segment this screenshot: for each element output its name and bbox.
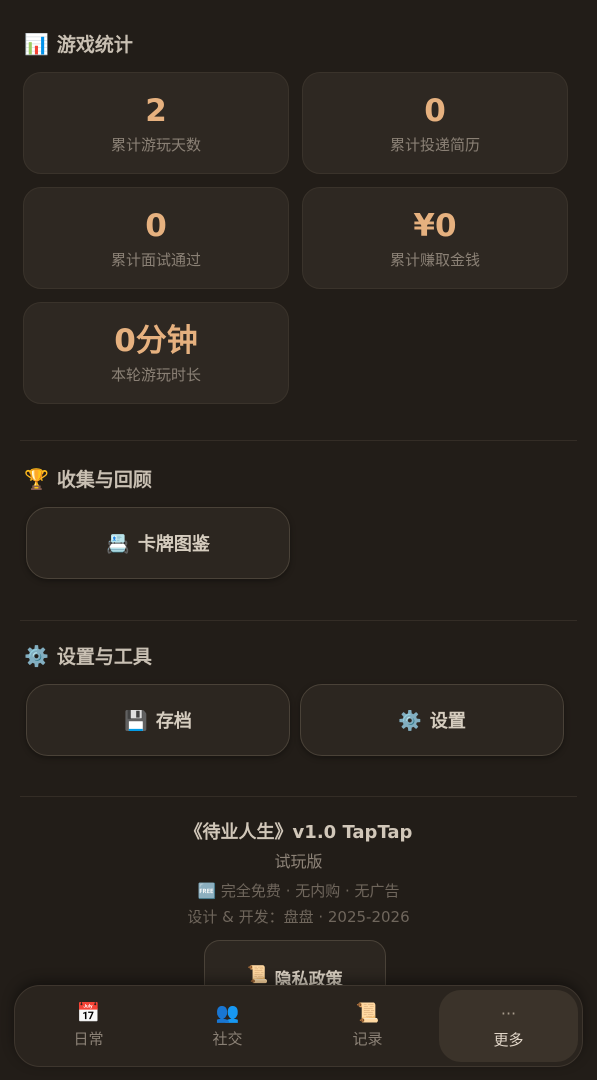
tab-label: 日常	[73, 1030, 104, 1048]
card-index-icon: 📇	[106, 532, 130, 555]
save-label: 存档	[155, 711, 192, 732]
stat-label: 累计赚取金钱	[389, 251, 480, 269]
stat-value: 0	[145, 208, 167, 244]
gear-icon: ⚙️	[24, 643, 49, 668]
stat-label: 累计游玩天数	[110, 136, 201, 154]
tab-label: 记录	[352, 1030, 383, 1048]
tools-section-title: ⚙️ 设置与工具	[24, 642, 152, 669]
stat-value: 2	[145, 93, 167, 129]
gear-icon: ⚙️	[398, 709, 422, 732]
calendar-icon: 📅	[76, 1002, 101, 1024]
stat-value: 0	[424, 93, 446, 129]
stat-card-money: ¥0 累计赚取金钱	[302, 187, 568, 289]
free-info: 🆓 完全免费 · 无内购 · 无广告	[0, 880, 597, 901]
stat-label: 本轮游玩时长	[110, 366, 201, 384]
scroll-icon: 📜	[247, 965, 269, 985]
floppy-disk-icon: 💾	[124, 709, 148, 732]
tools-title: 设置与工具	[56, 646, 152, 668]
stats-section-title: 📊 游戏统计	[24, 30, 133, 57]
card-gallery-label: 卡牌图鉴	[137, 534, 210, 555]
tab-daily[interactable]: 📅 日常	[19, 986, 158, 1065]
more-icon: ···	[500, 1003, 517, 1023]
stats-title: 游戏统计	[56, 34, 133, 56]
stat-value: ¥0	[413, 208, 457, 244]
stat-value: 0分钟	[114, 323, 198, 359]
tab-more[interactable]: ··· 更多	[439, 990, 578, 1062]
section-divider	[20, 440, 577, 441]
free-info-text: 完全免费 · 无内购 · 无广告	[220, 882, 400, 900]
tab-label: 更多	[493, 1030, 524, 1049]
bar-chart-icon: 📊	[24, 31, 49, 56]
settings-label: 设置	[429, 711, 466, 732]
stat-label: 累计面试通过	[110, 251, 201, 269]
section-divider	[20, 620, 577, 621]
stat-card-days: 2 累计游玩天数	[23, 72, 289, 174]
trophy-icon: 🏆	[24, 466, 49, 491]
game-version-title: 《待业人生》v1.0 TapTap	[184, 822, 413, 843]
scroll-icon: 📜	[355, 1002, 380, 1024]
stat-label: 累计投递简历	[389, 136, 480, 154]
more-page: 📊 游戏统计 2 累计游玩天数 0 累计投递简历 0 累计面试通过 ¥0 累计赚…	[0, 0, 597, 1080]
card-gallery-button[interactable]: 📇 卡牌图鉴	[26, 507, 290, 579]
section-divider	[20, 796, 577, 797]
settings-button[interactable]: ⚙️ 设置	[300, 684, 564, 756]
save-button[interactable]: 💾 存档	[26, 684, 290, 756]
tab-social[interactable]: 👥 社交	[158, 986, 297, 1065]
tab-records[interactable]: 📜 记录	[298, 986, 437, 1065]
credits-text: 设计 & 开发：盘盘 · 2025-2026	[187, 908, 410, 926]
stat-card-playtime: 0分钟 本轮游玩时长	[23, 302, 289, 404]
collection-title: 收集与回顾	[56, 469, 152, 491]
stat-card-resumes: 0 累计投递简历	[302, 72, 568, 174]
tab-label: 社交	[212, 1030, 243, 1048]
people-icon: 👥	[215, 1002, 240, 1024]
bottom-tab-bar: 📅 日常 👥 社交 📜 记录 ··· 更多	[14, 985, 583, 1067]
demo-label: 试玩版	[274, 852, 323, 871]
stat-card-interviews: 0 累计面试通过	[23, 187, 289, 289]
collection-section-title: 🏆 收集与回顾	[24, 465, 152, 492]
free-icon: 🆓	[197, 882, 217, 900]
